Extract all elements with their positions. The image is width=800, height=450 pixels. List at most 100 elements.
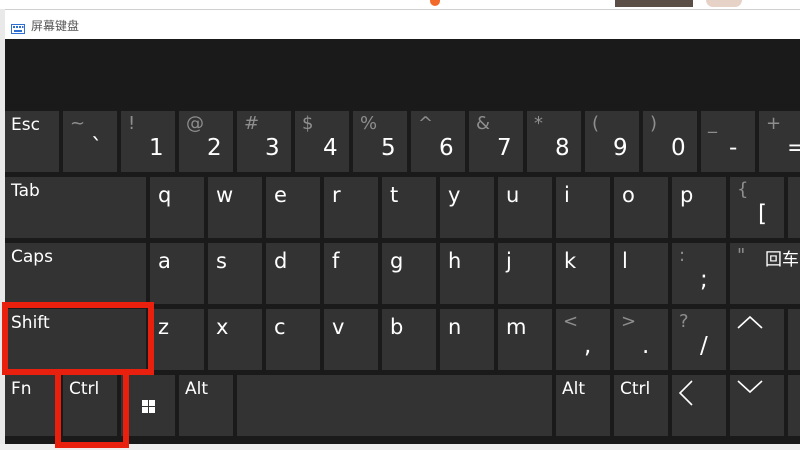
key-n[interactable]: n	[440, 309, 494, 370]
key-x[interactable]: x	[208, 309, 262, 370]
key-9-shift: (	[592, 113, 600, 134]
key-q[interactable]: q	[150, 177, 204, 238]
key-8[interactable]: * 8	[527, 111, 581, 172]
key-r-label: r	[332, 183, 341, 207]
key-v[interactable]: v	[324, 309, 378, 370]
key-tab[interactable]: Tab	[5, 177, 146, 238]
key-0[interactable]: ) 0	[643, 111, 697, 172]
key-alt-left[interactable]: Alt	[179, 375, 233, 436]
key-5[interactable]: % 5	[353, 111, 407, 172]
key-y[interactable]: y	[440, 177, 494, 238]
key-arrow-right[interactable]	[788, 375, 800, 436]
key-left-bracket-main: [	[758, 201, 767, 227]
key-t-label: t	[390, 183, 399, 207]
key-semicolon[interactable]: : ;	[672, 243, 726, 304]
key-shift-label: Shift	[11, 313, 50, 333]
key-alt-right[interactable]: Alt	[556, 375, 610, 436]
key-g-label: g	[390, 249, 404, 273]
key-9[interactable]: ( 9	[585, 111, 639, 172]
key-h[interactable]: h	[440, 243, 494, 304]
key-semicolon-main: ;	[700, 267, 708, 293]
key-z[interactable]: z	[150, 309, 204, 370]
key-i[interactable]: i	[556, 177, 610, 238]
window-titlebar[interactable]: 屏幕键盘	[5, 9, 800, 40]
key-ctrl-left[interactable]: Ctrl	[63, 375, 117, 436]
key-y-label: y	[448, 183, 461, 207]
key-j[interactable]: j	[498, 243, 552, 304]
key-7-shift: &	[476, 113, 491, 134]
key-arrow-left[interactable]	[672, 375, 726, 436]
key-enter[interactable]: 回车	[759, 243, 800, 304]
key-fn-label: Fn	[11, 379, 32, 399]
key-esc[interactable]: Esc	[5, 111, 59, 172]
key-5-main: 5	[381, 135, 396, 161]
key-3[interactable]: # 3	[237, 111, 291, 172]
key-g[interactable]: g	[382, 243, 436, 304]
background-bottom-strip	[0, 444, 800, 450]
key-r[interactable]: r	[324, 177, 378, 238]
key-equals[interactable]: + =	[759, 111, 800, 172]
key-backtick-main: `	[91, 135, 103, 161]
key-2[interactable]: @ 2	[179, 111, 233, 172]
key-right-bracket[interactable]	[788, 177, 800, 238]
key-quote-shift: "	[737, 245, 746, 266]
key-c[interactable]: c	[266, 309, 320, 370]
key-s[interactable]: s	[208, 243, 262, 304]
key-w[interactable]: w	[208, 177, 262, 238]
key-b[interactable]: b	[382, 309, 436, 370]
key-shift[interactable]: Shift	[5, 309, 146, 370]
key-d[interactable]: d	[266, 243, 320, 304]
key-minus[interactable]: _ -	[701, 111, 755, 172]
key-u-label: u	[506, 183, 520, 207]
key-k-label: k	[564, 249, 577, 273]
key-ctrl-left-label: Ctrl	[69, 379, 100, 399]
key-arrow-down[interactable]	[730, 375, 784, 436]
key-i-label: i	[564, 183, 570, 207]
key-space[interactable]	[237, 375, 552, 436]
key-period[interactable]: > .	[614, 309, 668, 370]
key-k[interactable]: k	[556, 243, 610, 304]
key-5-shift: %	[360, 113, 378, 134]
key-h-label: h	[448, 249, 462, 273]
key-e-label: e	[274, 183, 287, 207]
key-b-label: b	[390, 315, 404, 339]
key-1[interactable]: ! 1	[121, 111, 175, 172]
key-4[interactable]: $ 4	[295, 111, 349, 172]
key-comma-main: ,	[584, 333, 592, 359]
key-a[interactable]: a	[150, 243, 204, 304]
key-9-main: 9	[613, 135, 628, 161]
key-slash[interactable]: ? /	[672, 309, 726, 370]
key-arrow-up[interactable]	[730, 309, 784, 370]
key-ctrl-right[interactable]: Ctrl	[614, 375, 668, 436]
key-fn[interactable]: Fn	[5, 375, 59, 436]
key-6[interactable]: ^ 6	[411, 111, 465, 172]
key-z-label: z	[158, 315, 170, 339]
key-4-shift: $	[302, 113, 314, 134]
key-1-shift: !	[128, 113, 136, 134]
key-q-label: q	[158, 183, 172, 207]
key-t[interactable]: t	[382, 177, 436, 238]
key-m[interactable]: m	[498, 309, 552, 370]
key-semicolon-shift: :	[679, 245, 686, 266]
key-l[interactable]: l	[614, 243, 668, 304]
key-8-main: 8	[555, 135, 570, 161]
key-delete[interactable]	[788, 309, 800, 370]
key-e[interactable]: e	[266, 177, 320, 238]
key-caps[interactable]: Caps	[5, 243, 146, 304]
key-6-main: 6	[439, 135, 454, 161]
key-left-bracket[interactable]: { [	[730, 177, 784, 238]
key-equals-shift: +	[766, 113, 782, 134]
key-windows[interactable]	[121, 375, 175, 436]
key-period-shift: >	[621, 311, 637, 332]
key-comma[interactable]: < ,	[556, 309, 610, 370]
key-esc-label: Esc	[11, 115, 40, 135]
key-7[interactable]: & 7	[469, 111, 523, 172]
key-backtick[interactable]: ~ `	[63, 111, 117, 172]
key-o[interactable]: o	[614, 177, 668, 238]
key-f[interactable]: f	[324, 243, 378, 304]
arrow-up-icon	[737, 315, 763, 329]
key-2-main: 2	[207, 135, 222, 161]
key-p[interactable]: p	[672, 177, 726, 238]
background-thumbnail	[615, 0, 693, 7]
key-u[interactable]: u	[498, 177, 552, 238]
